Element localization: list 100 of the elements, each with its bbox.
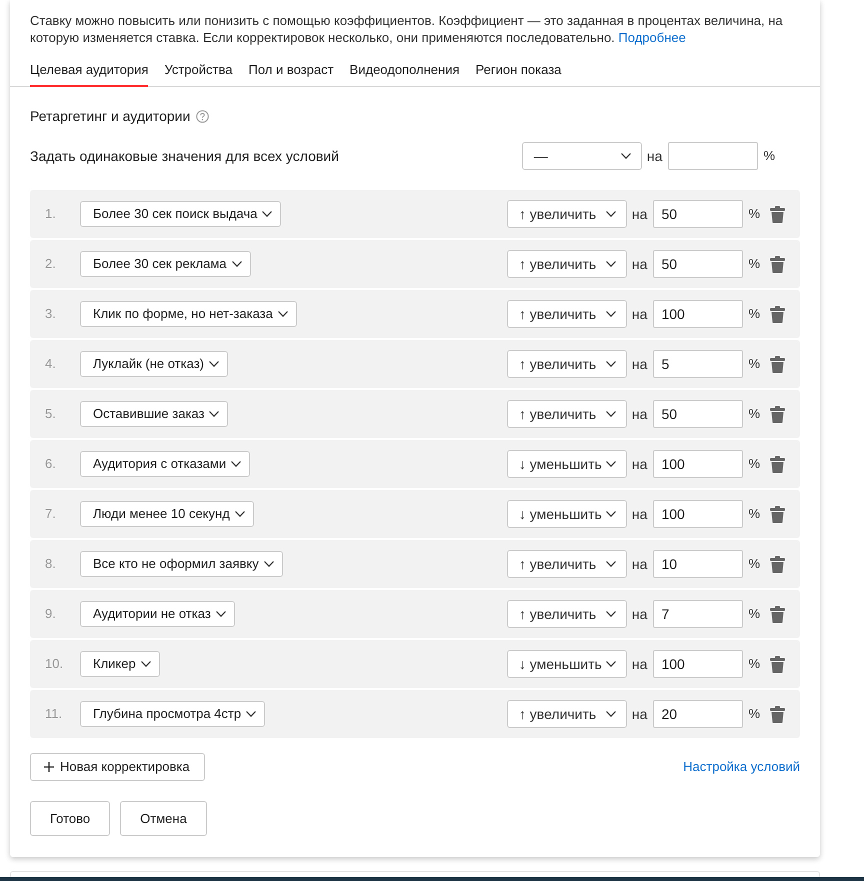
percent-input[interactable]: 100 [653,300,744,328]
row-number: 10. [45,655,64,674]
direction-select[interactable]: ↑ увеличить [506,250,627,278]
percent-unit: % [763,147,775,166]
more-link[interactable]: Подробнее [618,30,686,45]
direction-select[interactable]: ↑ увеличить [506,400,627,428]
percent-unit: % [748,605,760,624]
on-label: на [632,404,648,424]
on-label: на [632,604,648,624]
chevron-down-icon [231,461,242,467]
percent-input[interactable] [668,142,758,170]
percent-input[interactable]: 20 [653,700,744,728]
done-button[interactable]: Готово [30,801,110,836]
chevron-down-icon [246,711,256,717]
description-text: Ставку можно повысить или понизить с помощью коэффициентов. Коэффициент — это заданная в процентах величина, на которую изменяется ставка. Если корректировок несколько, они применяются последовательно. Подробнее [29,12,784,46]
on-label: на [632,254,648,274]
audience-select[interactable]: Более 30 сек поиск выдача [80,201,282,227]
percent-input[interactable]: 100 [653,500,744,528]
trash-icon[interactable] [770,356,785,372]
percent-unit: % [748,455,760,474]
chevron-down-icon [208,361,219,367]
on-label: на [632,704,648,724]
tab[interactable]: Устройства [164,57,232,87]
tab[interactable]: Видеодополнения [350,57,460,87]
chevron-down-icon [264,561,274,567]
chevron-down-icon [606,211,616,217]
on-label: на [632,504,648,524]
on-label: на [632,554,648,574]
audience-select[interactable]: Глубина просмотра 4стр [80,701,266,727]
percent-unit: % [748,655,760,674]
add-adjustment-button[interactable]: Новая корректировка [30,753,205,781]
trash-icon[interactable] [770,556,785,572]
direction-select[interactable]: ↓ уменьшить [506,500,627,528]
trash-icon[interactable] [770,606,785,622]
chevron-down-icon [606,361,616,367]
direction-select[interactable]: ↓ уменьшить [506,650,627,678]
chevron-down-icon [234,511,245,517]
percent-input[interactable]: 50 [653,200,744,228]
direction-select[interactable]: ↑ увеличить [506,700,627,728]
chevron-down-icon [606,661,616,667]
direction-select[interactable]: ↑ увеличить [506,550,627,578]
percent-unit: % [748,355,760,374]
row-number: 7. [45,505,57,524]
tab[interactable]: Пол и возраст [248,57,334,87]
row-number: 11. [45,705,64,724]
direction-select[interactable]: ↑ увеличить [506,600,627,628]
percent-input[interactable]: 10 [653,550,744,578]
percent-input[interactable]: 5 [653,350,744,378]
audience-select[interactable]: Более 30 сек реклама [80,251,251,277]
audience-select[interactable]: Аудитория с отказами [80,451,250,477]
tab[interactable]: Регион показа [476,57,562,87]
audience-select[interactable]: Люди менее 10 секунд [80,501,254,527]
conditions-settings-link[interactable]: Настройка условий [683,757,800,777]
tab[interactable]: Целевая аудитория [30,57,148,87]
chevron-down-icon [216,611,226,617]
audience-select[interactable]: Клик по форме, но нет-заказа [80,301,297,327]
on-label: на [632,304,648,324]
cancel-button[interactable]: Отмена [120,801,207,836]
percent-input[interactable]: 50 [653,250,744,278]
audience-select[interactable]: Оставившие заказ [80,401,228,427]
percent-unit: % [748,505,760,524]
chevron-down-icon [606,411,616,417]
chevron-down-icon [606,561,616,567]
trash-icon[interactable] [770,256,785,272]
direction-select[interactable]: ↓ уменьшить [506,450,627,478]
chevron-down-icon [278,311,288,317]
section-title: Ретаргетинг и аудитории [30,107,190,126]
percent-input[interactable]: 50 [653,400,744,428]
direction-select[interactable]: ↑ увеличить [506,350,627,378]
row-number: 9. [45,605,57,624]
audience-select[interactable]: Все кто не оформил заявку [80,551,283,577]
audience-select[interactable]: Луклайк (не отказ) [80,351,228,377]
direction-select[interactable]: ↑ увеличить [506,300,627,328]
audience-select[interactable]: Аудитории не отказ [80,601,235,627]
chevron-down-icon [606,711,616,717]
row-number: 3. [45,305,57,324]
direction-select[interactable]: — [522,142,642,170]
chevron-down-icon [620,153,631,159]
plus-icon [44,762,54,772]
trash-icon[interactable] [770,456,785,472]
help-icon [196,110,210,123]
trash-icon[interactable] [770,306,785,322]
percent-input[interactable]: 100 [653,450,744,478]
percent-input[interactable]: 100 [653,650,744,678]
trash-icon[interactable] [770,406,785,422]
on-label: на [646,146,662,166]
trash-icon[interactable] [770,206,785,222]
trash-icon[interactable] [770,656,785,672]
chevron-down-icon [606,611,616,617]
trash-icon[interactable] [770,506,785,522]
direction-select[interactable]: ↑ увеличить [506,200,627,228]
percent-input[interactable]: 7 [653,600,744,628]
trash-icon[interactable] [770,706,785,722]
chevron-down-icon [209,411,220,417]
audience-select[interactable]: Кликер [80,651,160,677]
on-label: на [632,454,648,474]
chevron-down-icon [232,261,242,267]
row-number: 4. [45,355,57,374]
chevron-down-icon [606,461,616,467]
percent-unit: % [748,305,760,324]
